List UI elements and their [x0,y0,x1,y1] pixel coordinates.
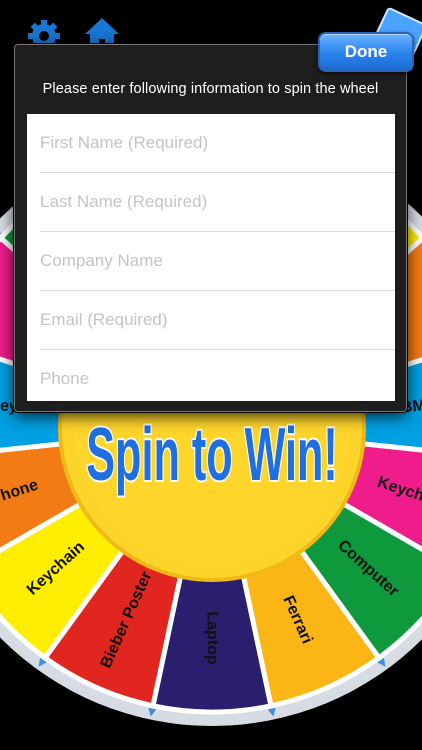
email-input[interactable] [40,291,385,349]
first-name-input[interactable] [40,114,385,172]
entry-form-dialog: Please enter following information to sp… [14,44,407,412]
spin-to-win-text[interactable]: Spin to Win! [85,411,339,497]
email-row [27,291,395,350]
done-button[interactable]: Done [318,32,414,72]
company-name-row [27,232,395,291]
last-name-input[interactable] [40,173,385,231]
last-name-row [27,173,395,232]
entry-form [27,114,395,408]
phone-input[interactable] [40,350,385,408]
wheel-segment-label: Laptop [204,611,221,665]
dialog-title: Please enter following information to sp… [42,81,379,97]
company-name-input[interactable] [40,232,385,290]
first-name-row [27,114,395,173]
phone-row [27,350,395,409]
